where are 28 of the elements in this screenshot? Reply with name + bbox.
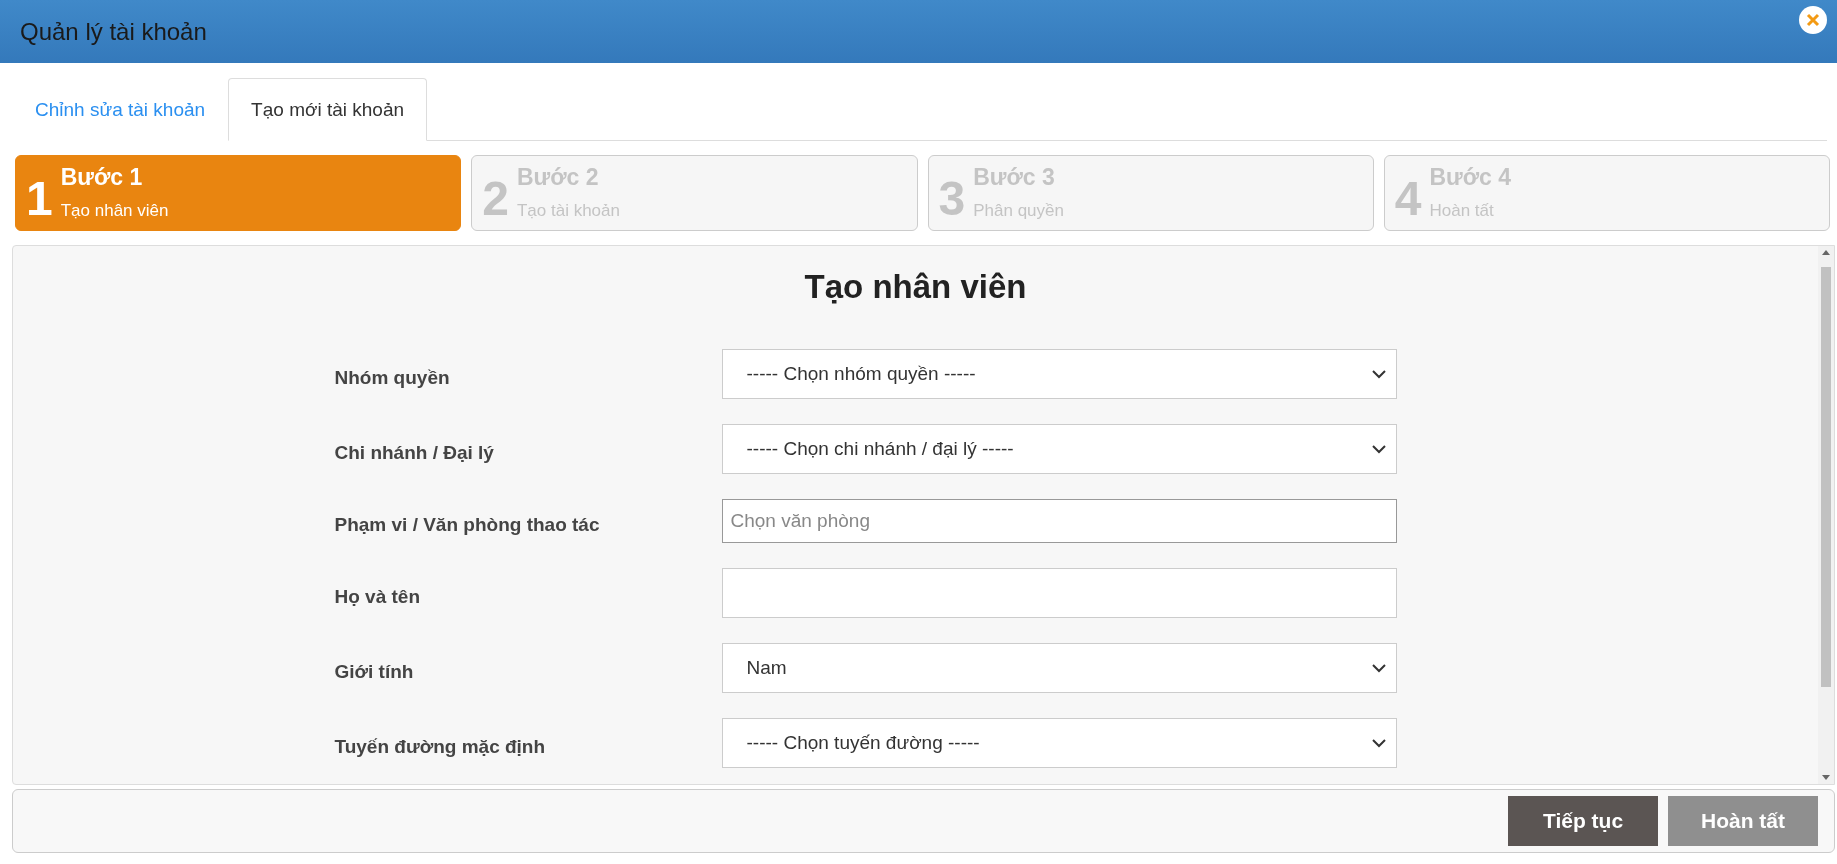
step-title: Bước 1	[60, 164, 144, 191]
field-label: Nhóm quyền	[334, 366, 451, 389]
window-title: Quản lý tài khoản	[20, 17, 207, 46]
select-field[interactable]: ----- Chọn chi nhánh / đại lý -----	[721, 424, 1397, 474]
chevron-down-icon	[1371, 738, 1386, 748]
scroll-down-icon	[1822, 775, 1830, 780]
select-field[interactable]: ----- Chọn nhóm quyền -----	[721, 349, 1397, 399]
close-button[interactable]	[1799, 6, 1827, 34]
field-label: Tuyến đường mặc định	[334, 735, 547, 758]
chevron-down-icon	[1371, 663, 1386, 673]
select-field[interactable]: Nam	[721, 643, 1397, 693]
step-number: 1	[26, 170, 53, 226]
chevron-down-icon	[1371, 369, 1386, 379]
tab[interactable]: Tạo mới tài khoản	[228, 78, 428, 141]
field-label: Giới tính	[334, 660, 415, 683]
input-field[interactable]: Chọn văn phòng	[721, 499, 1397, 543]
chevron-down-icon	[1371, 444, 1386, 454]
close-icon	[1806, 13, 1820, 27]
input-field[interactable]	[721, 568, 1397, 618]
step-subtitle: Tạo nhân viên	[60, 201, 169, 221]
form-title: Tạo nhân viên	[804, 268, 1027, 306]
select-field[interactable]: ----- Chọn tuyến đường -----	[721, 718, 1397, 768]
scrollbar[interactable]	[1818, 246, 1834, 784]
action-button[interactable]: Tiếp tục	[1508, 796, 1658, 846]
field-label: Phạm vi / Văn phòng thao tác	[334, 513, 601, 536]
field-label: Chi nhánh / Đại lý	[334, 441, 495, 464]
scroll-up-icon	[1822, 250, 1830, 255]
field-label: Họ và tên	[334, 585, 422, 608]
